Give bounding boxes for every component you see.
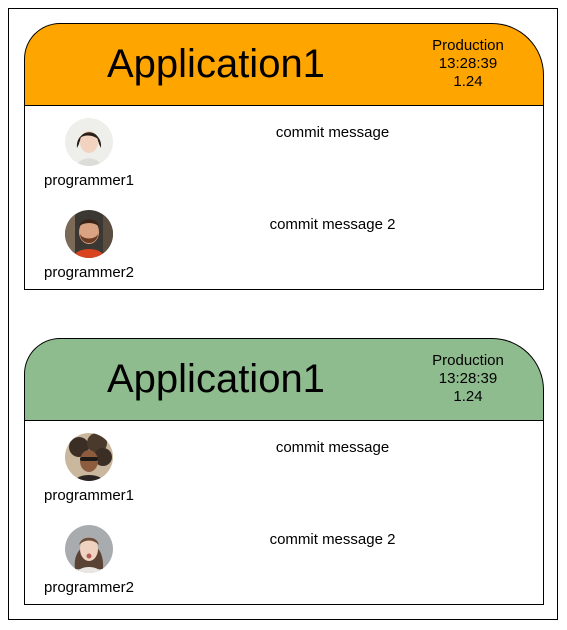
- deployment-card: Application1 Production 13:28:39 1.24 pr…: [24, 338, 544, 605]
- deployment-meta: Production 13:28:39 1.24: [423, 352, 513, 406]
- deployment-header: Application1 Production 13:28:39 1.24: [24, 338, 544, 420]
- environment-label: Production: [432, 352, 504, 369]
- commit-list: programmer1 commit message programmer2 c…: [24, 420, 544, 605]
- deployment-meta: Production 13:28:39 1.24: [423, 37, 513, 91]
- deployment-header: Application1 Production 13:28:39 1.24: [24, 23, 544, 105]
- avatar-woman-blonde-icon: [65, 525, 113, 573]
- commit-author: programmer1: [43, 487, 135, 504]
- avatar-woman-curly-hair-icon: [65, 433, 113, 481]
- commit-author: programmer1: [43, 172, 135, 189]
- avatar-woman-dark-bob-icon: [65, 118, 113, 166]
- commit-message: commit message: [275, 439, 390, 456]
- deployment-card: Application1 Production 13:28:39 1.24 pr…: [24, 23, 544, 290]
- version-label: 1.24: [453, 73, 483, 90]
- commit-list: programmer1 commit message programmer2 c…: [24, 105, 544, 290]
- environment-label: Production: [432, 37, 504, 54]
- avatar-man-beard-icon: [65, 210, 113, 258]
- commit-author: programmer2: [43, 264, 135, 281]
- deploy-time: 13:28:39: [438, 55, 498, 72]
- commit-message: commit message 2: [269, 216, 396, 233]
- application-title: Application1: [107, 42, 325, 86]
- commit-message: commit message: [275, 124, 390, 141]
- commit-author: programmer2: [43, 579, 135, 596]
- version-label: 1.24: [453, 388, 483, 405]
- application-title: Application1: [107, 357, 325, 401]
- commit-message: commit message 2: [269, 531, 396, 548]
- deploy-time: 13:28:39: [438, 370, 498, 387]
